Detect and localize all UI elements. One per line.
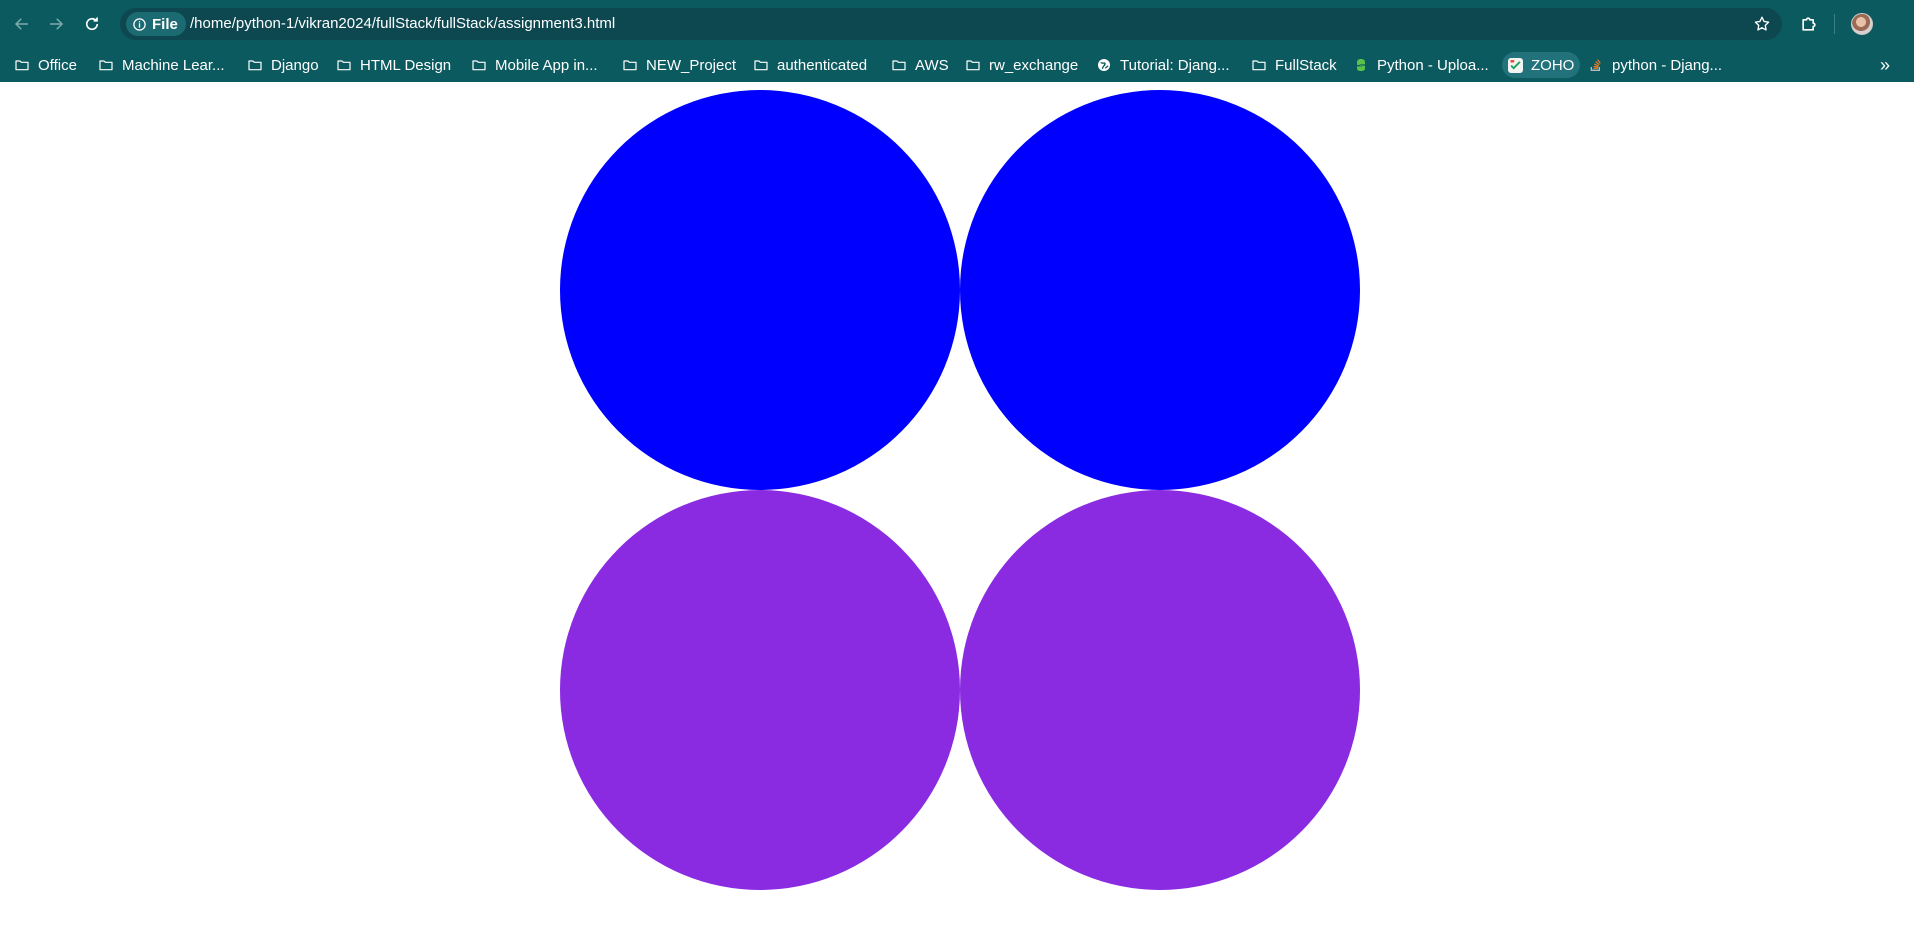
bookmark-label: Python - Uploa... xyxy=(1377,56,1489,74)
bookmark-label: Office xyxy=(38,56,77,74)
url-text[interactable]: /home/python-1/vikran2024/fullStack/full… xyxy=(190,15,615,32)
zoho-logo-icon xyxy=(1508,57,1523,73)
forward-button[interactable] xyxy=(44,12,68,36)
bookmark-python-upload[interactable]: Python - Uploa... xyxy=(1349,52,1493,78)
python-logo-icon xyxy=(1353,57,1369,73)
bookmark-zoho[interactable]: ZOHO xyxy=(1502,52,1581,78)
info-icon xyxy=(133,17,146,31)
site-chip-label: File xyxy=(152,15,178,33)
toolbar-divider xyxy=(1834,14,1835,34)
bookmark-label: Django xyxy=(271,56,319,74)
globe-icon xyxy=(1096,57,1112,73)
bookmarks-bar: Office Machine Lear... Django HTML Desig… xyxy=(0,48,1914,82)
bookmark-mobile-app[interactable]: Mobile App in... xyxy=(467,52,602,78)
site-info-chip[interactable]: File xyxy=(126,12,186,36)
star-icon xyxy=(1754,16,1770,31)
bookmark-label: rw_exchange xyxy=(989,56,1079,74)
page-content xyxy=(0,82,1914,942)
browser-chrome: File /home/python-1/vikran2024/fullStack… xyxy=(0,0,1914,82)
folder-icon xyxy=(891,57,907,73)
bookmark-new-project[interactable]: NEW_Project xyxy=(618,52,740,78)
bookmark-fullstack[interactable]: FullStack xyxy=(1247,52,1341,78)
bookmark-star-button[interactable] xyxy=(1752,14,1772,34)
arrow-right-icon xyxy=(50,18,64,30)
bookmark-machine-learning[interactable]: Machine Lear... xyxy=(94,52,229,78)
bookmark-label: AWS xyxy=(915,56,949,74)
bookmark-label: Mobile App in... xyxy=(495,56,598,74)
back-button[interactable] xyxy=(10,12,34,36)
folder-icon xyxy=(247,57,263,73)
bookmarks-overflow-button[interactable]: » xyxy=(1874,54,1896,76)
folder-icon xyxy=(471,57,487,73)
circle-bottom-left xyxy=(560,490,960,890)
address-bar[interactable]: File /home/python-1/vikran2024/fullStack… xyxy=(120,8,1782,40)
bookmark-tutorial-django[interactable]: Tutorial: Djang... xyxy=(1092,52,1234,78)
folder-icon xyxy=(753,57,769,73)
extensions-button[interactable] xyxy=(1797,12,1821,36)
profile-avatar[interactable] xyxy=(1851,13,1873,35)
reload-button[interactable] xyxy=(80,12,104,36)
bookmark-django[interactable]: Django xyxy=(243,52,323,78)
circle-bottom-right xyxy=(960,490,1360,890)
bookmark-label: FullStack xyxy=(1275,56,1337,74)
bookmark-label: HTML Design xyxy=(360,56,452,74)
bookmark-authenticated[interactable]: authenticated xyxy=(749,52,871,78)
bookmark-python-django[interactable]: python - Djang... xyxy=(1584,52,1726,78)
folder-icon xyxy=(98,57,114,73)
stackoverflow-icon xyxy=(1588,57,1604,73)
folder-icon xyxy=(622,57,638,73)
chevron-double-right-icon: » xyxy=(1879,54,1890,75)
bookmark-label: authenticated xyxy=(777,56,868,74)
circle-top-right xyxy=(960,90,1360,490)
folder-icon xyxy=(14,57,30,73)
folder-icon xyxy=(336,57,352,73)
bookmark-label: Tutorial: Djang... xyxy=(1120,56,1230,74)
bookmark-aws[interactable]: AWS xyxy=(887,52,953,78)
browser-toolbar: File /home/python-1/vikran2024/fullStack… xyxy=(0,0,1914,48)
bookmark-label: Machine Lear... xyxy=(122,56,225,74)
reload-icon xyxy=(85,17,99,31)
bookmark-label: NEW_Project xyxy=(646,56,737,74)
folder-icon xyxy=(1251,57,1267,73)
bookmark-label: ZOHO xyxy=(1531,56,1575,74)
folder-icon xyxy=(965,57,981,73)
bookmark-label: python - Djang... xyxy=(1612,56,1723,74)
bookmark-rw-exchange[interactable]: rw_exchange xyxy=(961,52,1082,78)
arrow-left-icon xyxy=(14,18,28,30)
bookmark-html-design[interactable]: HTML Design xyxy=(332,52,455,78)
circle-top-left xyxy=(560,90,960,490)
bookmark-office[interactable]: Office xyxy=(10,52,81,78)
puzzle-icon xyxy=(1802,17,1816,31)
